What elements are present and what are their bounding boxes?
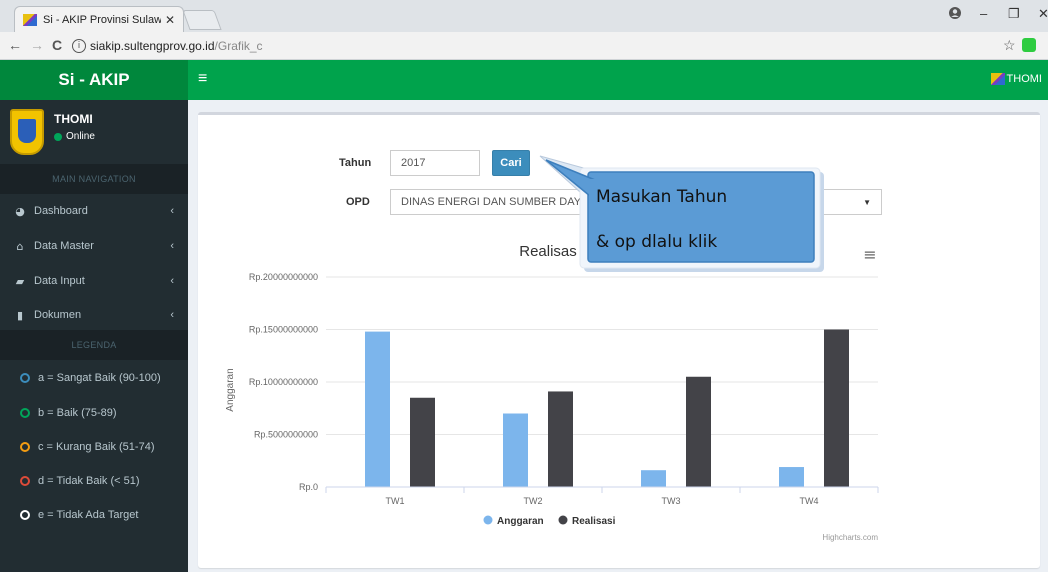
info-icon[interactable]: i (72, 39, 86, 53)
tachometer-icon: ◕ (15, 204, 25, 218)
callout-annotation (539, 155, 824, 272)
file-icon: ▮ (16, 308, 24, 322)
user-avatar-icon (990, 73, 1005, 85)
reload-icon[interactable]: C (52, 37, 62, 53)
y-axis-title: Anggaran (225, 368, 236, 411)
opd-label: OPD (346, 196, 370, 208)
chevron-left-icon: ‹ (170, 240, 174, 252)
status-badge: Online (54, 131, 95, 142)
legend-item-d: d = Tidak Baik (< 51) (0, 464, 188, 498)
bar-anggaran-tw4[interactable] (779, 467, 804, 487)
back-icon[interactable]: ← (8, 37, 22, 53)
avatar (10, 109, 44, 155)
circle-icon (20, 510, 30, 520)
sidebar-item-dokumen[interactable]: ▮ Dokumen ‹ (0, 298, 188, 332)
user-menu[interactable]: THOMI (990, 73, 1042, 85)
minimize-icon[interactable]: – (980, 6, 987, 21)
bank-icon: ⌂ (16, 239, 24, 253)
y-tick-label: Rp.15000000000 (249, 325, 318, 335)
y-tick-label: Rp.0 (299, 482, 318, 492)
y-tick-label: Rp.5000000000 (254, 430, 318, 440)
account-circle-icon[interactable] (948, 6, 962, 23)
browser-tabbar: Si - AKIP Provinsi Sulawe: ✕ – ❐ ✕ (0, 0, 1048, 32)
extension-icon[interactable] (1022, 38, 1036, 52)
x-tick-label: TW3 (662, 496, 681, 506)
legend-item-e: e = Tidak Ada Target (0, 498, 188, 532)
legend-item-b: b = Baik (75-89) (0, 396, 188, 430)
url-path: /Grafik_c (214, 39, 263, 53)
user-menu-name: THOMI (1006, 73, 1042, 85)
sidebar-user-name: THOMI (54, 112, 93, 126)
bar-realisasi-tw3[interactable] (686, 376, 711, 487)
bar-realisasi-tw4[interactable] (824, 329, 849, 488)
bar-anggaran-tw3[interactable] (641, 470, 666, 487)
legenda-header: LEGENDA (0, 330, 188, 360)
legend-item-c: c = Kurang Baik (51-74) (0, 430, 188, 464)
sidebar-item-data-input[interactable]: ▰ Data Input ‹ (0, 264, 188, 298)
tahun-input[interactable]: 2017 (390, 150, 480, 176)
bar-anggaran-tw1[interactable] (365, 331, 390, 487)
user-panel: THOMI Online (0, 100, 188, 164)
close-window-icon[interactable]: ✕ (1038, 6, 1048, 22)
new-tab-button[interactable] (182, 10, 222, 30)
x-tick-label: TW4 (800, 496, 819, 506)
menu-toggle-icon[interactable]: ≡ (198, 70, 207, 88)
chart-credits[interactable]: Highcharts.com (822, 533, 878, 542)
circle-icon (20, 373, 30, 383)
legend-item-realisasi[interactable]: Realisasi (572, 516, 616, 527)
chart-context-menu-icon[interactable]: ≡ (863, 245, 876, 264)
chevron-left-icon: ‹ (170, 275, 174, 287)
address-bar: ← → C i siakip.sultengprov.go.id /Grafik… (0, 32, 1048, 60)
restore-icon[interactable]: ❐ (1008, 6, 1020, 22)
bar-realisasi-tw2[interactable] (548, 391, 573, 487)
top-navbar: ≡ THOMI (188, 60, 1048, 100)
callout-line-1: Masukan Tahun (596, 187, 728, 207)
x-tick-label: TW2 (524, 496, 543, 506)
url-host: siakip.sultengprov.go.id (90, 39, 215, 53)
sidebar-item-data-master[interactable]: ⌂ Data Master ‹ (0, 229, 188, 263)
legend-item-a: a = Sangat Baik (90-100) (0, 361, 188, 395)
legend-item-anggaran[interactable]: Anggaran (497, 516, 544, 527)
chevron-left-icon: ‹ (170, 309, 174, 321)
edit-icon: ▰ (15, 274, 25, 288)
sidebar-item-dashboard[interactable]: ◕ Dashboard ‹ (0, 194, 188, 228)
forward-icon[interactable]: → (30, 37, 44, 53)
circle-icon (20, 442, 30, 452)
y-tick-label: Rp.10000000000 (249, 377, 318, 387)
bar-anggaran-tw2[interactable] (503, 413, 528, 488)
x-tick-label: TW1 (386, 496, 405, 506)
chevron-left-icon: ‹ (170, 205, 174, 217)
chevron-down-icon: ▼ (863, 197, 871, 207)
circle-icon (20, 476, 30, 486)
sidebar: THOMI Online MAIN NAVIGATION ◕ Dashboard… (0, 100, 188, 572)
callout-line-2: & op dlalu klik (596, 232, 718, 252)
circle-icon (20, 408, 30, 418)
tab-close-icon[interactable]: ✕ (165, 13, 175, 27)
tahun-label: Tahun (339, 157, 372, 169)
app-logo[interactable]: Si - AKIP (0, 60, 188, 100)
bookmark-star-icon[interactable]: ☆ (1003, 37, 1016, 54)
url-field[interactable]: i siakip.sultengprov.go.id /Grafik_c (72, 35, 1022, 57)
favicon-icon (23, 13, 37, 26)
bar-realisasi-tw1[interactable] (410, 397, 435, 487)
main-navigation-header: MAIN NAVIGATION (0, 164, 188, 194)
browser-tab[interactable]: Si - AKIP Provinsi Sulawe: ✕ (14, 6, 184, 32)
y-tick-label: Rp.20000000000 (249, 272, 318, 282)
legend-marker-icon[interactable] (558, 515, 568, 525)
legend-marker-icon[interactable] (483, 515, 493, 525)
tab-title: Si - AKIP Provinsi Sulawe: (43, 13, 161, 26)
online-dot-icon (54, 132, 62, 141)
